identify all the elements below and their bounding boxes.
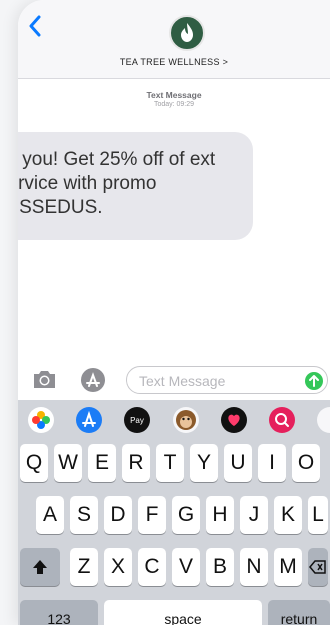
composer-bar [18, 360, 330, 400]
app-store-icon [81, 368, 105, 392]
key-y[interactable]: Y [190, 444, 218, 482]
app-store-button[interactable] [78, 367, 108, 393]
image-search-button[interactable] [269, 407, 295, 433]
digital-touch-button[interactable] [221, 407, 247, 433]
key-e[interactable]: E [88, 444, 116, 482]
back-button[interactable] [28, 14, 50, 42]
service-label: Text Message [146, 90, 202, 100]
message-input[interactable] [137, 369, 291, 393]
message-text: ss you! Get 25% off of ext service with … [18, 149, 216, 218]
key-n[interactable]: N [240, 548, 268, 586]
incoming-message-bubble[interactable]: ss you! Get 25% off of ext service with … [18, 132, 253, 240]
flame-logo-icon [181, 23, 193, 42]
timestamp: Today: 09:29 [153, 101, 195, 108]
conversation-header: TEA TREE WELLNESS > [18, 0, 330, 79]
app-strip: Pay [18, 400, 330, 440]
key-b[interactable]: B [206, 548, 234, 586]
key-q[interactable]: Q [20, 444, 48, 482]
animoji-monkey-icon [176, 410, 196, 430]
send-button[interactable] [305, 372, 323, 390]
key-w[interactable]: W [54, 444, 82, 482]
key-v[interactable]: V [172, 548, 200, 586]
shift-key[interactable] [20, 548, 60, 586]
digital-touch-icon [228, 414, 240, 426]
return-key[interactable]: return [268, 600, 330, 625]
key-g[interactable]: G [172, 496, 200, 534]
key-c[interactable]: C [138, 548, 166, 586]
messages-screen: TEA TREE WELLNESS > Text Message Today: … [18, 0, 330, 625]
apple-pay-button[interactable]: Pay [124, 407, 150, 433]
more-apps-button[interactable] [317, 407, 330, 433]
camera-button[interactable] [32, 369, 57, 389]
send-arrow-up-icon [309, 375, 319, 387]
svg-text:Pay: Pay [130, 416, 144, 425]
shift-arrow-icon [33, 560, 47, 574]
key-t[interactable]: T [156, 444, 184, 482]
space-key[interactable]: space [104, 600, 262, 625]
photos-app-button[interactable] [28, 407, 54, 433]
camera-icon [34, 371, 55, 388]
key-d[interactable]: D [104, 496, 132, 534]
contact-avatar[interactable] [169, 15, 205, 51]
chevron-left-icon [29, 15, 41, 37]
key-a[interactable]: A [36, 496, 64, 534]
key-f[interactable]: F [138, 496, 166, 534]
key-u[interactable]: U [224, 444, 252, 482]
key-i[interactable]: I [258, 444, 286, 482]
key-x[interactable]: X [104, 548, 132, 586]
key-s[interactable]: S [70, 496, 98, 534]
image-search-icon [275, 413, 289, 427]
key-h[interactable]: H [206, 496, 234, 534]
message-text-field[interactable] [126, 366, 328, 394]
key-l[interactable]: L [308, 496, 328, 534]
app-store-strip-button[interactable] [76, 407, 102, 433]
app-store-icon [82, 410, 96, 427]
key-z[interactable]: Z [70, 548, 98, 586]
apple-pay-icon: Pay [130, 416, 144, 425]
key-r[interactable]: R [122, 444, 150, 482]
contact-name[interactable]: TEA TREE WELLNESS > [18, 57, 330, 67]
key-o[interactable]: O [292, 444, 320, 482]
key-m[interactable]: M [274, 548, 302, 586]
delete-key[interactable] [308, 548, 328, 586]
backspace-icon [309, 560, 326, 574]
message-meta: Text Message Today: 09:29 [18, 90, 330, 108]
photos-app-icon [32, 411, 50, 429]
numbers-key[interactable]: 123 [20, 600, 98, 625]
animoji-button[interactable] [173, 407, 199, 433]
key-j[interactable]: J [240, 496, 268, 534]
keyboard: Pay Q W E R T Y U I O A S D F G H J K L … [18, 400, 330, 625]
key-k[interactable]: K [274, 496, 302, 534]
